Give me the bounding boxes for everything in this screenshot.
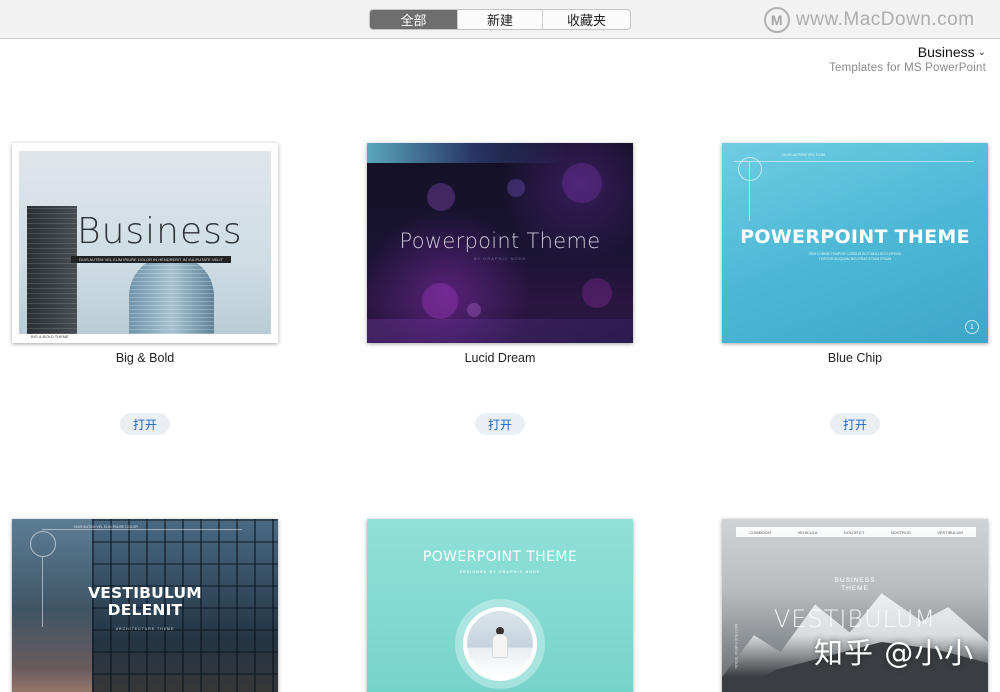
segmented-control: 全部 新建 收藏夹 [369, 9, 631, 30]
skyscraper-photo: Business DUIS AUTEM VEL EUM IRIURE DOLOR… [19, 151, 271, 339]
preview-side-text: NOSTRUD EXERCI TATION [734, 624, 738, 669]
template-thumbnail[interactable]: DUIS AUTEM VEL EUM IRIURE DOLOR VESTIBUL… [12, 519, 278, 692]
preview-title: BUSINESS THEME [722, 577, 988, 593]
tab-favorites[interactable]: 收藏夹 [543, 10, 630, 29]
category-label: Business [917, 44, 975, 60]
bokeh-orb [582, 278, 612, 308]
tower-left [27, 206, 77, 334]
template-card-blue-chip: DUIS AUTEM VEL EUM POWERPOINT THEME SEM … [722, 143, 988, 435]
preview-title: Business [77, 211, 243, 252]
preview-circle [738, 157, 762, 181]
meditation-photo [467, 611, 533, 677]
preview-nav-item: COMMODO [749, 529, 772, 535]
preview-title-line1: VESTIBULUM [88, 584, 202, 602]
preview-title-line2: DELENIT [107, 601, 183, 619]
preview-band [367, 319, 633, 343]
template-name: Big & Bold [115, 351, 175, 365]
preview-subtitle: BY GRAPHIC NODE [473, 256, 527, 261]
preview-title-line1: BUSINESS [834, 577, 876, 584]
macdown-logo-icon: M [764, 7, 790, 33]
bokeh-orb [507, 179, 525, 197]
preview-nav-item: NOSTRUD [890, 529, 911, 535]
bokeh-orb [467, 303, 481, 317]
zhihu-watermark: 知乎 @小小 [814, 636, 975, 670]
preview-glow [367, 143, 633, 163]
tab-new[interactable]: 新建 [458, 10, 543, 29]
template-name: Lucid Dream [464, 351, 536, 365]
preview-rule [734, 161, 974, 162]
preview-strap: DUIS AUTEM VEL EUM IRIURE DOLOR IN HENDR… [71, 256, 231, 263]
watermark-text: www.MacDown.com [796, 9, 975, 30]
top-toolbar: 全部 新建 收藏夹 M www.MacDown.com [0, 0, 1000, 39]
category-title[interactable]: Business ⌄ [829, 44, 986, 60]
preview-big-text: VESTIBULUM [773, 605, 937, 633]
preview-rule [42, 529, 242, 530]
chevron-down-icon: ⌄ [977, 46, 986, 58]
preview-circle [30, 531, 56, 557]
template-name: Blue Chip [827, 351, 883, 365]
open-button[interactable]: 打开 [830, 413, 880, 435]
preview-nav-item: VESTIBULUM [937, 529, 963, 535]
bokeh-orb [562, 163, 602, 203]
preview-title: POWERPOINT THEME [422, 549, 578, 565]
preview-nav-item: VEHICULA [797, 529, 818, 535]
preview-title-line2: THEME [841, 585, 869, 592]
preview-subtitle: SEM LOREM TEMPOR CURSUS ELIT MOLLIS ELEI… [808, 252, 902, 261]
template-card-vestibulum: DUIS AUTEM VEL EUM IRIURE DOLOR VESTIBUL… [12, 519, 278, 692]
tower-right [129, 256, 214, 334]
open-button[interactable]: 打开 [120, 413, 170, 435]
template-thumbnail[interactable]: Powerpoint Theme BY GRAPHIC NODE [367, 143, 633, 343]
bokeh-orb [422, 283, 458, 319]
preview-title: POWERPOINT THEME [740, 226, 970, 248]
preview-title: VESTIBULUM DELENIT [12, 585, 278, 619]
open-button[interactable]: 打开 [475, 413, 525, 435]
template-thumbnail[interactable]: Business DUIS AUTEM VEL EUM IRIURE DOLOR… [12, 143, 278, 343]
person-figure [493, 635, 507, 657]
preview-footer: BIG & BOLD THEME [31, 334, 69, 339]
preview-header: DUIS AUTEM VEL EUM IRIURE DOLOR [74, 525, 138, 529]
template-card-lucid-dream: Powerpoint Theme BY GRAPHIC NODE Lucid D… [367, 143, 633, 435]
category-subtitle: Templates for MS PowerPoint [829, 62, 986, 74]
person-head [496, 627, 504, 635]
preview-nav: COMMODO VEHICULA DOLOR ET NOSTRUD VESTIB… [736, 527, 976, 537]
preview-nav-item: DOLOR ET [843, 529, 865, 535]
preview-title: Powerpoint Theme [399, 229, 601, 253]
template-thumbnail[interactable]: DUIS AUTEM VEL EUM POWERPOINT THEME SEM … [722, 143, 988, 343]
template-card-teal: POWERPOINT THEME DESIGNED BY GRAPHIC NOD… [367, 519, 633, 692]
page-number: 1 [965, 320, 979, 334]
site-watermark: M www.MacDown.com [764, 6, 975, 34]
bokeh-orb [427, 183, 455, 211]
preview-subtitle: DESIGNED BY GRAPHIC NODE [459, 570, 541, 574]
template-card-big-bold: Business DUIS AUTEM VEL EUM IRIURE DOLOR… [12, 143, 278, 435]
preview-header: DUIS AUTEM VEL EUM [782, 152, 825, 157]
template-thumbnail[interactable]: POWERPOINT THEME DESIGNED BY GRAPHIC NOD… [367, 519, 633, 692]
category-selector[interactable]: Business ⌄ Templates for MS PowerPoint [829, 44, 986, 74]
preview-subtitle: ARCHITECTURE THEME [115, 627, 175, 631]
tab-all[interactable]: 全部 [370, 10, 458, 29]
